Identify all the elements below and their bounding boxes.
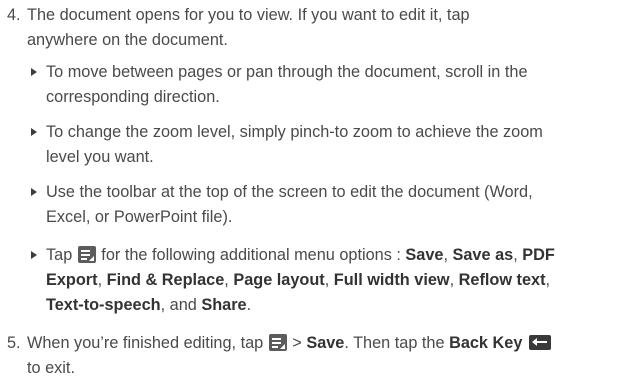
bullet-triangle-icon xyxy=(31,68,37,76)
bullet-text: To change the zoom level, simply pinch-t… xyxy=(46,120,632,170)
menu-icon xyxy=(268,334,287,351)
step-number: 5. xyxy=(7,334,21,352)
bullet-item: To move between pages or pan through the… xyxy=(31,60,632,110)
step-text: The document opens for you to view. If y… xyxy=(27,3,632,53)
menu-intro-text: for the following additional menu option… xyxy=(96,246,406,264)
bullet-text: Use the toolbar at the top of the screen… xyxy=(46,180,632,230)
bullet-triangle-icon xyxy=(31,128,37,136)
option-find-replace: Find & Replace xyxy=(106,271,225,289)
step-line: to exit. xyxy=(27,359,75,377)
bullet-line: Tap for the following additional menu op… xyxy=(46,246,555,264)
bullet-line: Excel, or PowerPoint file). xyxy=(46,208,233,226)
step-line: anywhere on the document. xyxy=(27,31,228,49)
step-4: 4. The document opens for you to view. I… xyxy=(7,3,632,53)
step5-text-start: When you’re finished editing, tap xyxy=(27,334,264,352)
bullet-line: corresponding direction. xyxy=(46,88,220,106)
gt-text: > xyxy=(287,334,307,352)
tap-text: Tap xyxy=(46,246,73,264)
bullet-line: Use the toolbar at the top of the screen… xyxy=(46,183,533,201)
bullet-item: Use the toolbar at the top of the screen… xyxy=(31,180,632,230)
bullet-text: To move between pages or pan through the… xyxy=(46,60,632,110)
bullet-text: Tap for the following additional menu op… xyxy=(46,243,632,318)
option-save-as: Save as xyxy=(452,246,514,264)
option-pdf: PDF xyxy=(522,246,555,264)
step-text: When you’re finished editing, tap > Save… xyxy=(27,331,632,381)
bullet-line: To change the zoom level, simply pinch-t… xyxy=(46,123,543,141)
option-text-to-speech: Text-to-speech xyxy=(46,296,161,314)
option-reflow-text: Reflow text xyxy=(458,271,546,289)
manual-page: 4. The document opens for you to view. I… xyxy=(0,0,639,378)
bullet-item-menu-options: Tap for the following additional menu op… xyxy=(31,243,632,318)
back-key-icon xyxy=(528,335,551,350)
step-number: 4. xyxy=(7,6,21,24)
step-line: When you’re finished editing, tap > Save… xyxy=(27,331,632,356)
option-save: Save xyxy=(405,246,444,264)
step5-text-middle: . Then tap the xyxy=(344,334,450,352)
bullet-line: level you want. xyxy=(46,148,154,166)
option-full-width-view: Full width view xyxy=(333,271,450,289)
back-key-label: Back Key xyxy=(449,334,523,352)
bullet-line: To move between pages or pan through the… xyxy=(46,63,528,81)
option-page-layout: Page layout xyxy=(233,271,325,289)
and-text: , and xyxy=(160,296,202,314)
save-label: Save xyxy=(306,334,345,352)
option-share: Share xyxy=(201,296,247,314)
step-5: 5. When you’re finished editing, tap > S… xyxy=(7,331,632,381)
step-line: The document opens for you to view. If y… xyxy=(27,6,470,24)
menu-icon xyxy=(77,246,96,263)
bullet-item: To change the zoom level, simply pinch-t… xyxy=(31,120,632,170)
bullet-triangle-icon xyxy=(31,251,37,259)
option-export: Export xyxy=(46,271,98,289)
bullet-line: Export, Find & Replace, Page layout, Ful… xyxy=(46,271,551,289)
bullet-line: Text-to-speech, and Share. xyxy=(46,296,252,314)
bullet-triangle-icon xyxy=(31,188,37,196)
